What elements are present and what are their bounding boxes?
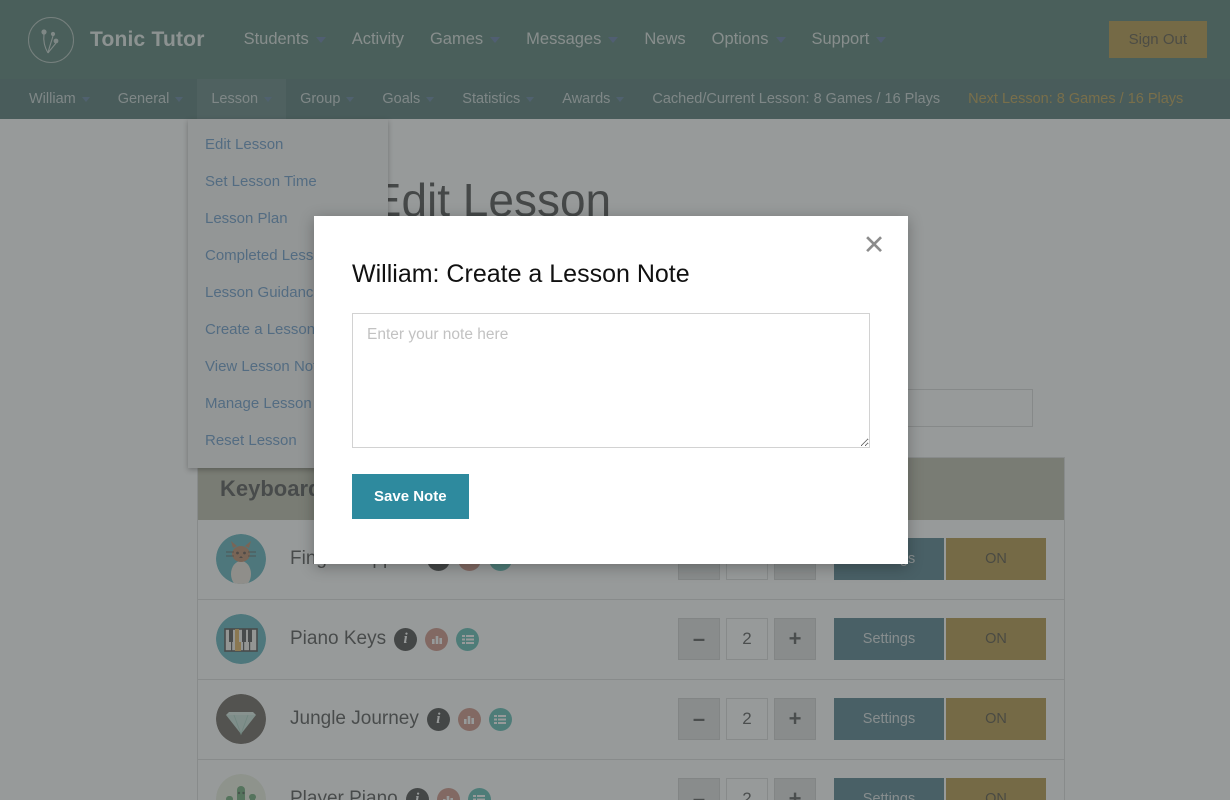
create-lesson-note-modal: ✕ William: Create a Lesson Note Save Not… (314, 216, 908, 564)
close-icon[interactable]: ✕ (861, 231, 887, 258)
note-textarea[interactable] (352, 313, 870, 448)
dropdown-item-set-lesson-time[interactable]: Set Lesson Time (188, 163, 388, 200)
save-note-button[interactable]: Save Note (352, 474, 469, 519)
modal-title: William: Create a Lesson Note (352, 260, 690, 288)
app-root: Tonic Tutor Students Activity Games Mess… (0, 0, 1230, 800)
dropdown-item-edit-lesson[interactable]: Edit Lesson (188, 126, 388, 163)
